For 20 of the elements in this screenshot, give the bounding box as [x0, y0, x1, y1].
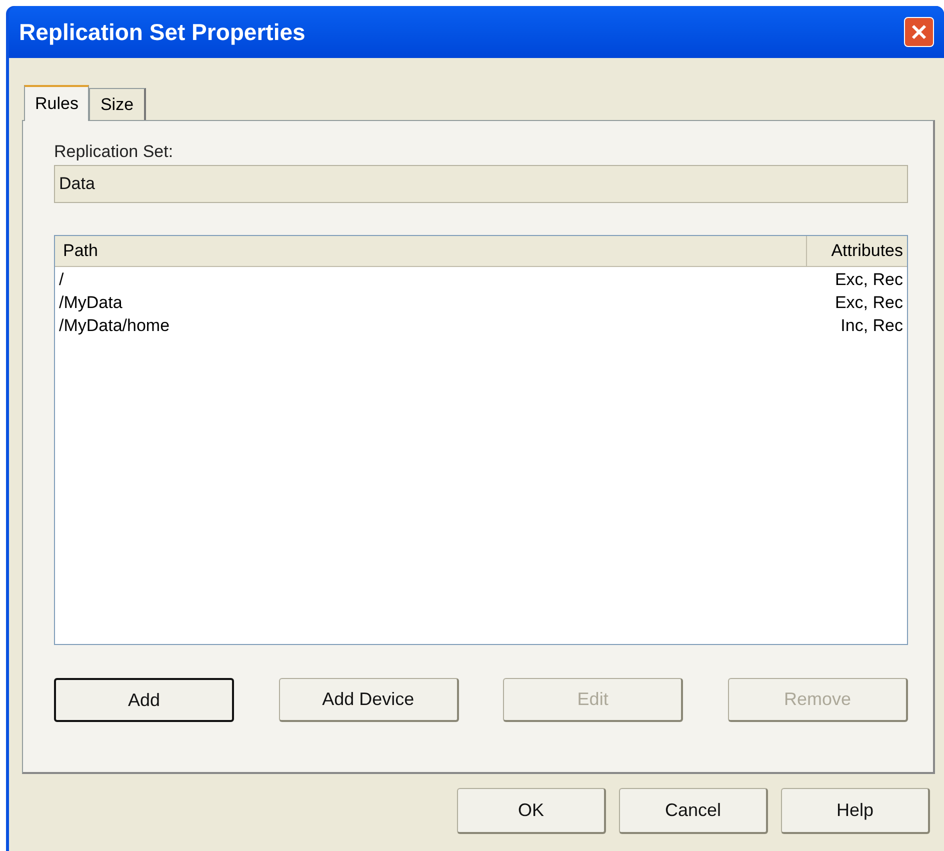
- replication-set-field: Data: [54, 165, 908, 203]
- table-cell-text: /MyData: [58, 292, 124, 314]
- window-title: Replication Set Properties: [19, 18, 306, 47]
- field-label: Replication Set:: [54, 141, 174, 163]
- dialog-button[interactable]: Cancel: [619, 788, 768, 834]
- tab[interactable]: Size: [89, 88, 146, 120]
- dialog-button[interactable]: OK: [457, 788, 606, 834]
- action-button[interactable]: Add: [54, 678, 234, 722]
- table-cell-text: Inc, Rec: [840, 314, 904, 337]
- close-icon: [910, 23, 928, 41]
- table-cell-text: /: [58, 268, 65, 291]
- tab[interactable]: Rules: [24, 85, 90, 121]
- action-button[interactable]: Add Device: [278, 678, 459, 722]
- table-cell-text: Exc, Rec: [834, 292, 904, 314]
- table-cell-text: /MyData/home: [58, 314, 171, 337]
- close-button[interactable]: [904, 17, 934, 47]
- table-cell-text: Exc, Rec: [834, 268, 904, 291]
- dialog-button[interactable]: Help: [781, 788, 930, 834]
- column-header[interactable]: Path: [55, 236, 807, 266]
- column-header[interactable]: Attributes: [807, 236, 907, 266]
